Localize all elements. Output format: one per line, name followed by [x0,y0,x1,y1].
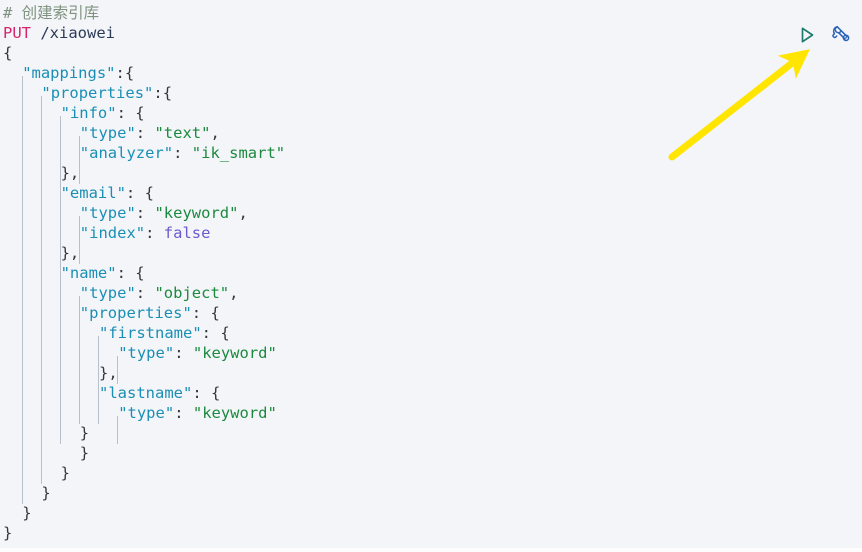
code-token-punct: } [22,504,32,522]
play-triangle-icon [797,25,817,48]
code-line[interactable]: "analyzer": "ik_smart" [3,143,862,163]
code-token-punct: } [41,484,51,502]
code-line[interactable]: }, [3,363,862,383]
code-line[interactable]: "properties":{ [3,83,862,103]
code-token-method: PUT [3,24,31,42]
code-line[interactable]: "properties": { [3,303,862,323]
code-token-punct: }, [60,164,80,182]
code-line[interactable]: "type": "text", [3,123,862,143]
code-line[interactable]: { [3,43,862,63]
code-token-key: "info" [60,104,117,122]
code-token-punct: : [173,144,192,162]
editor-action-buttons [795,24,852,48]
code-line[interactable]: "info": { [3,103,862,123]
code-token-punct: , [229,284,239,302]
code-line[interactable]: } [3,443,862,463]
code-line[interactable]: } [3,483,862,503]
settings-wrench-button[interactable] [828,24,852,48]
code-line[interactable]: "type": "object", [3,283,862,303]
code-token-punct: , [210,124,220,142]
code-line[interactable]: } [3,523,862,543]
code-token-punct: : { [116,264,145,282]
code-token-punct: : { [125,184,154,202]
code-token-bool: false [163,224,211,242]
code-line[interactable]: "type": "keyword" [3,403,862,423]
code-token-punct: , [238,204,248,222]
code-line[interactable]: "type": "keyword" [3,343,862,363]
code-token-punct: : [174,344,193,362]
code-token-punct: : { [201,324,230,342]
code-line[interactable]: # 创建索引库 [3,3,862,23]
code-token-str: "keyword" [192,404,277,422]
code-token-str: "ik_smart" [191,144,286,162]
wrench-icon [830,24,851,48]
code-token-str: "object" [154,284,230,302]
code-token-punct: : [135,284,155,302]
code-token-key: "properties" [79,304,192,322]
code-token-punct: : [145,224,164,242]
code-line[interactable]: "type": "keyword", [3,203,862,223]
code-token-key: "analyzer" [79,144,174,162]
code-line[interactable]: "firstname": { [3,323,862,343]
code-token-punct: } [79,444,90,462]
run-query-button[interactable] [795,24,819,48]
code-token-key: "type" [118,404,175,422]
code-token-punct: } [79,424,90,442]
code-line[interactable]: } [3,463,862,483]
code-token-key: "type" [79,204,136,222]
code-line[interactable]: PUT /xiaowei [3,23,862,43]
code-line[interactable]: "lastname": { [3,383,862,403]
code-token-key: "firstname" [99,324,202,342]
code-token-punct: : { [116,104,145,122]
code-token-punct: }, [99,364,118,382]
code-token-key: "lastname" [99,384,193,402]
code-line[interactable]: } [3,503,862,523]
code-token-punct: : [174,404,193,422]
code-token-key: "index" [79,224,146,242]
code-token-punct: :{ [153,84,173,102]
code-token-punct: :{ [115,64,135,82]
code-line[interactable]: "index": false [3,223,862,243]
code-line[interactable]: } [3,423,862,443]
code-lines-container[interactable]: # 创建索引库 PUT /xiaowei{"mappings":{"propert… [0,0,862,543]
code-token-punct: } [3,524,13,542]
query-editor-panel[interactable]: # 创建索引库 PUT /xiaowei{"mappings":{"propert… [0,0,862,548]
code-token-punct: : [135,124,155,142]
code-token-str: "keyword" [154,204,239,222]
code-line[interactable]: "name": { [3,263,862,283]
code-line[interactable]: "email": { [3,183,862,203]
code-token-key: "type" [118,344,175,362]
code-token-comment: # 创建索引库 [3,4,100,22]
code-token-str: "text" [154,124,211,142]
code-token-punct: : { [191,304,220,322]
code-token-punct: : { [192,384,221,402]
code-token-key: "mappings" [22,64,116,82]
code-token-key: "email" [60,184,126,202]
code-token-str: "keyword" [192,344,277,362]
code-line[interactable]: }, [3,163,862,183]
code-token-punct: { [3,44,13,62]
code-token-path: /xiaowei [31,24,115,42]
code-token-key: "properties" [41,84,154,102]
code-editor-screen: # 创建索引库 PUT /xiaowei{"mappings":{"propert… [0,0,862,552]
code-token-punct: }, [60,244,80,262]
code-token-key: "name" [60,264,117,282]
code-token-key: "type" [79,284,136,302]
code-line[interactable]: "mappings":{ [3,63,862,83]
code-token-key: "type" [79,124,136,142]
code-token-punct: } [60,464,70,482]
code-line[interactable]: }, [3,243,862,263]
bottom-edge-strip [0,548,862,552]
code-token-punct: : [135,204,155,222]
